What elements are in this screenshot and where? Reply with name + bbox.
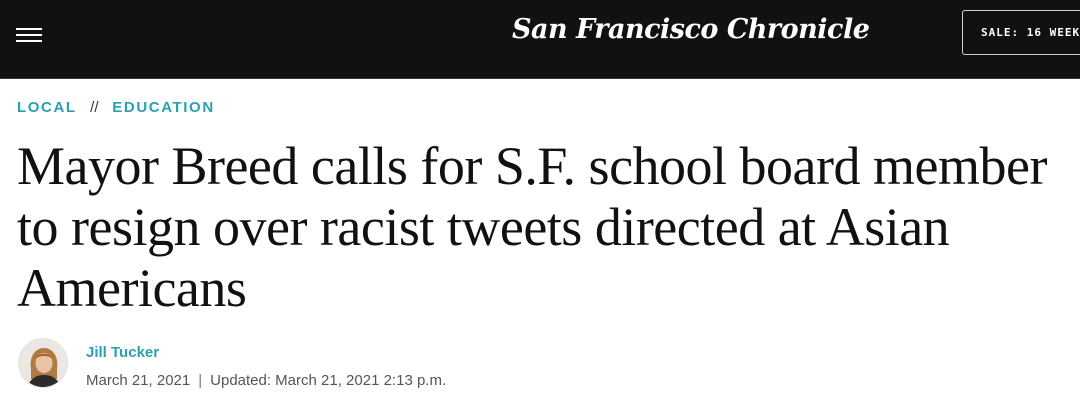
date-divider: |: [198, 372, 203, 389]
subscription-sale-button[interactable]: SALE: 16 WEEK: [962, 10, 1080, 55]
breadcrumb: LOCAL // EDUCATION: [17, 99, 215, 116]
author-avatar[interactable]: [18, 338, 68, 388]
published-date: March 21, 2021: [86, 372, 191, 389]
breadcrumb-education-link[interactable]: EDUCATION: [112, 99, 214, 116]
breadcrumb-separator: //: [90, 99, 99, 116]
article-headline: Mayor Breed calls for S.F. school board …: [17, 136, 1047, 318]
breadcrumb-local-link[interactable]: LOCAL: [17, 99, 76, 116]
article-dateline: March 21, 2021 | Updated: March 21, 2021 2…: [86, 372, 446, 389]
author-name-link[interactable]: Jill Tucker: [86, 344, 159, 361]
site-header: San Francisco Chronicle SALE: 16 WEEK: [0, 0, 1080, 79]
site-logo[interactable]: San Francisco Chronicle: [512, 14, 870, 45]
hamburger-menu-icon[interactable]: [16, 24, 44, 46]
updated-date: Updated: March 21, 2021 2:13 p.m.: [210, 372, 447, 389]
author-photo: [19, 339, 67, 387]
